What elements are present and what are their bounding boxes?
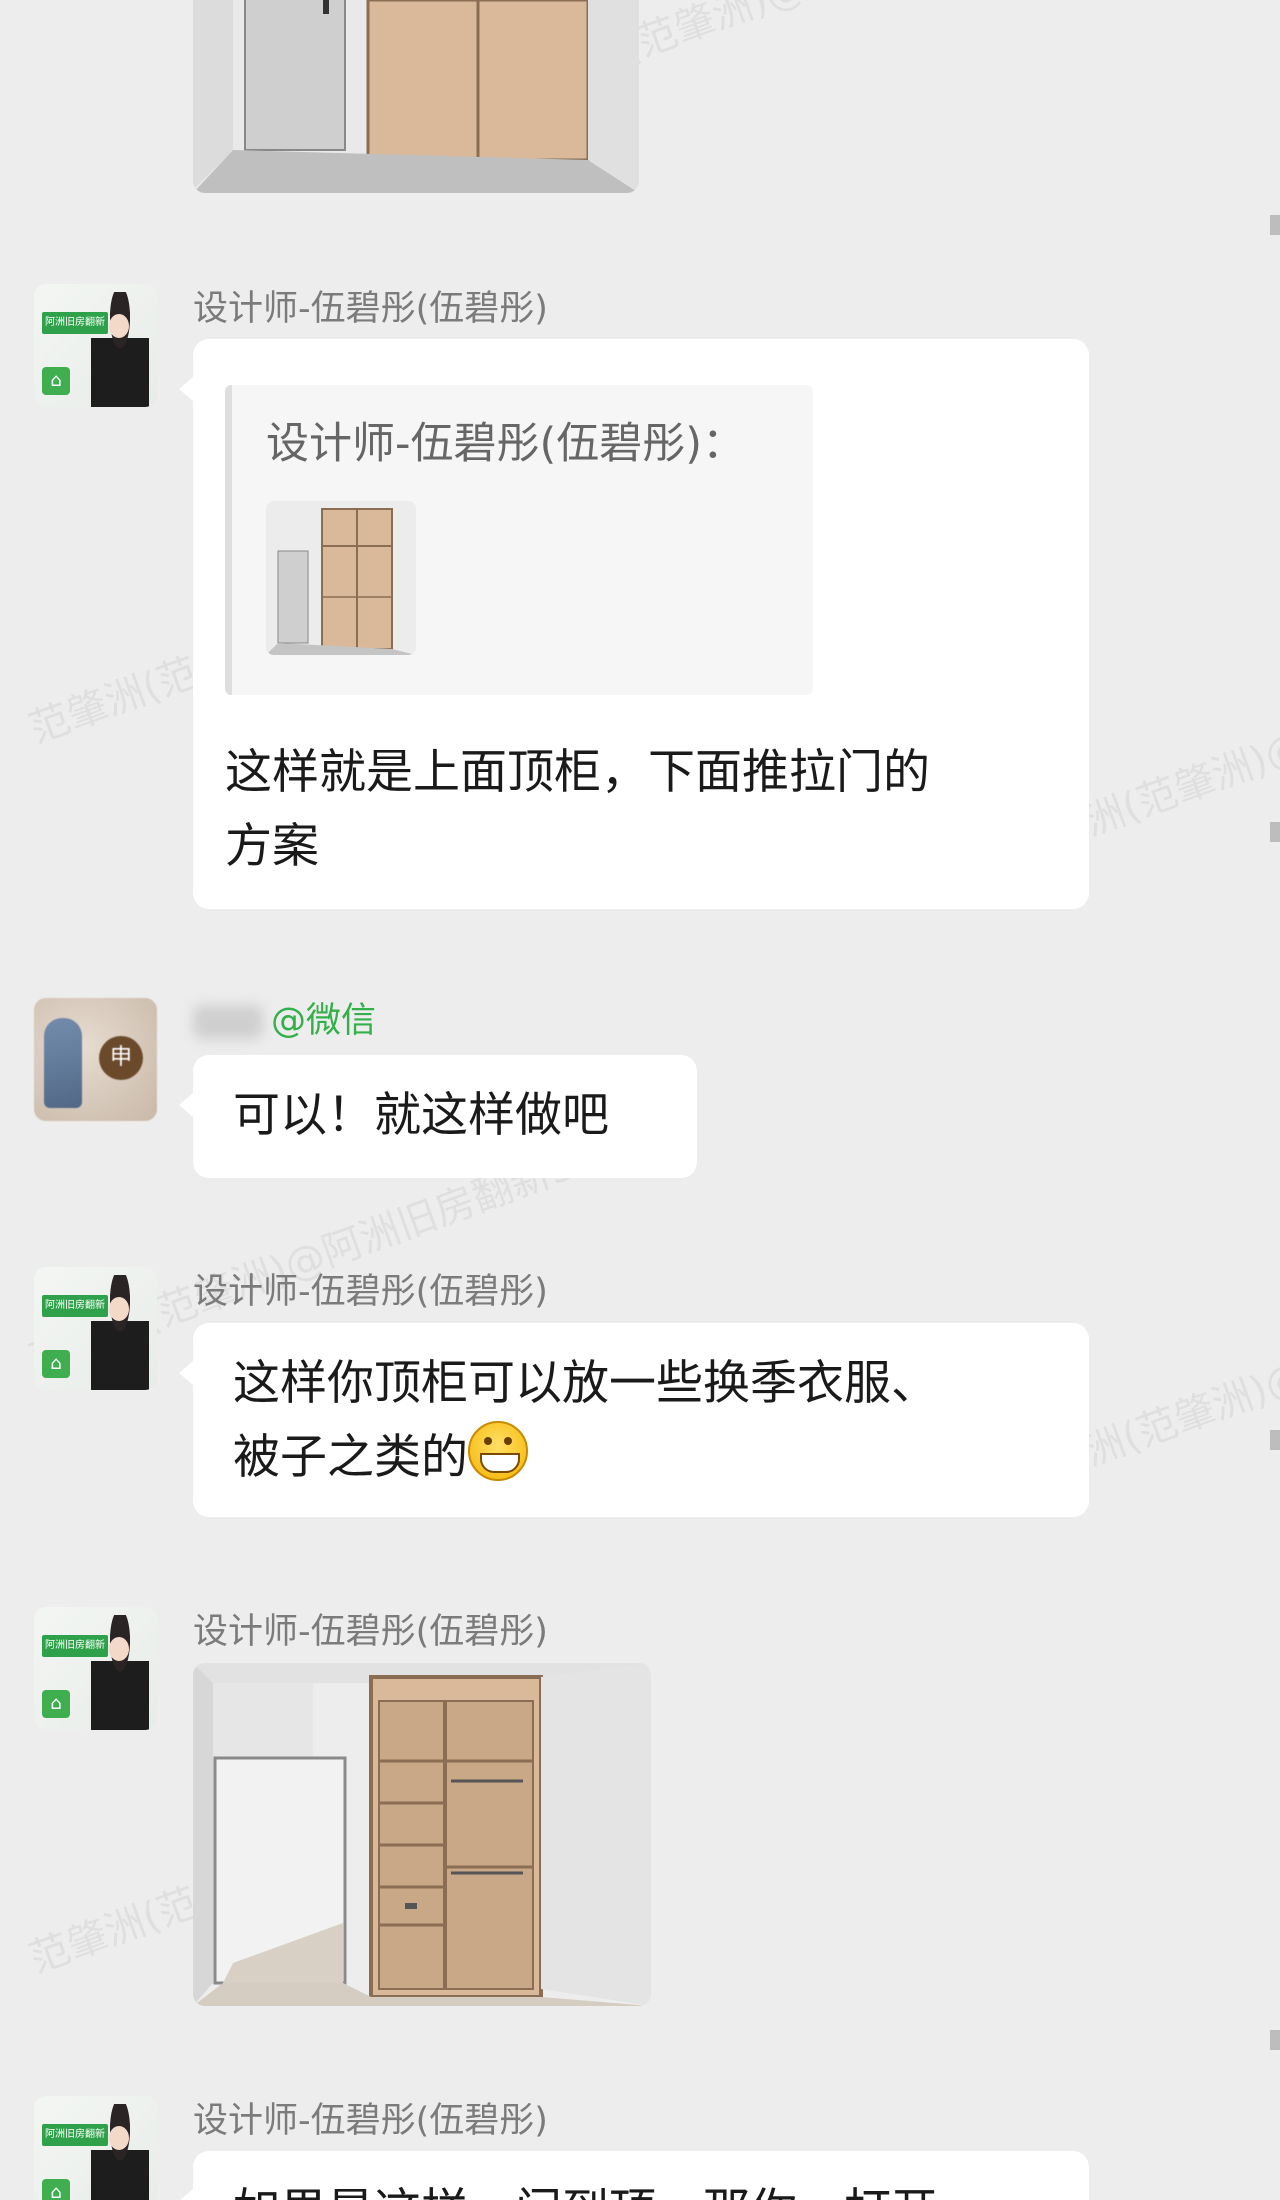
message-bubble[interactable]: 设计师-伍碧彤(伍碧彤)： 这样就是上面顶柜，下面推拉门的 方案 <box>179 339 1089 909</box>
home-icon: ⌂ <box>42 2179 70 2200</box>
avatar-designer[interactable]: 阿洲旧房翻新 ⌂ <box>34 2096 157 2200</box>
avatar-designer[interactable]: 阿洲旧房翻新 ⌂ <box>34 284 157 407</box>
grinning-face-icon <box>468 1421 528 1481</box>
sender-name: @微信 <box>193 992 376 1043</box>
sender-name: 设计师-伍碧彤(伍碧彤) <box>193 289 548 329</box>
message-bubble[interactable]: 这样你顶柜可以放一些换季衣服、 被子之类的 <box>179 1323 1089 1517</box>
scrollbar-marker <box>1270 822 1280 842</box>
avatar-person <box>91 1275 149 1390</box>
wechat-tag: @微信 <box>271 1001 377 1041</box>
message-text: 这样就是上面顶柜，下面推拉门的 方案 <box>225 745 930 874</box>
wardrobe-render-image[interactable] <box>193 1663 651 2006</box>
sender-name: 设计师-伍碧彤(伍碧彤) <box>193 2101 548 2141</box>
scrollbar-marker <box>1270 215 1280 235</box>
avatar-badge: 申 <box>99 1036 143 1080</box>
sender-name: 设计师-伍碧彤(伍碧彤) <box>193 1612 548 1652</box>
wardrobe-render-image-top[interactable] <box>193 0 639 193</box>
sender-name: 设计师-伍碧彤(伍碧彤) <box>193 1272 548 1312</box>
message-text: 如果是这样，门到顶，那你一打开 <box>233 2175 938 2200</box>
avatar-designer[interactable]: 阿洲旧房翻新 ⌂ <box>34 1267 157 1390</box>
avatar-designer[interactable]: 阿洲旧房翻新 ⌂ <box>34 1607 157 1730</box>
avatar-person <box>91 2104 149 2200</box>
message-text: 可以！就这样做吧 <box>233 1088 609 1143</box>
avatar-figure <box>44 1018 82 1108</box>
scrollbar-marker <box>1270 1430 1280 1450</box>
home-icon: ⌂ <box>42 1690 70 1718</box>
quote-author: 设计师-伍碧彤(伍碧彤)： <box>266 419 746 469</box>
quoted-message[interactable]: 设计师-伍碧彤(伍碧彤)： <box>225 385 813 695</box>
avatar-person <box>91 292 149 407</box>
quoted-image-thumbnail[interactable] <box>266 501 416 655</box>
message-bubble[interactable]: 如果是这样，门到顶，那你一打开 <box>179 2151 1089 2200</box>
avatar-user[interactable]: 申 <box>34 998 157 1121</box>
scrollbar-marker <box>1270 2030 1280 2050</box>
blurred-name <box>193 1005 263 1039</box>
avatar-person <box>91 1615 149 1730</box>
message-bubble[interactable]: 可以！就这样做吧 <box>179 1055 697 1178</box>
home-icon: ⌂ <box>42 367 70 395</box>
home-icon: ⌂ <box>42 1350 70 1378</box>
message-text: 这样你顶柜可以放一些换季衣服、 被子之类的 <box>233 1356 938 1485</box>
chat-message-list[interactable]: 范肇洲(范肇洲)@阿洲旧房翻新3040 范肇洲(范肇洲)@阿洲旧房翻新3040 … <box>0 0 1280 2200</box>
